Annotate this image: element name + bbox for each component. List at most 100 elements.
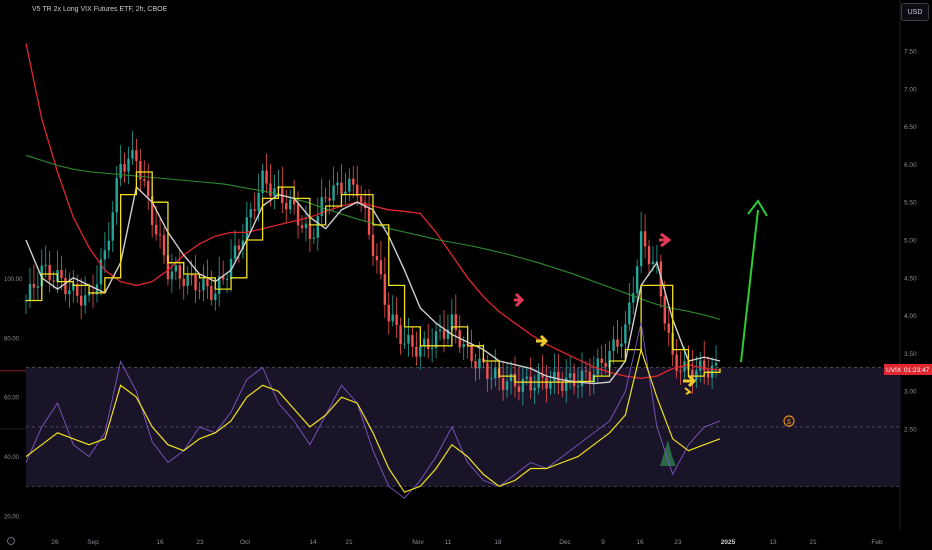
x-tick-label: 14 — [309, 539, 317, 546]
candle-body — [407, 334, 410, 344]
candle-body — [304, 223, 308, 229]
y-tick-label: 3.50 — [904, 351, 917, 358]
candle-body — [710, 365, 714, 378]
candle-body — [64, 277, 67, 295]
candle-body — [336, 182, 339, 186]
x-tick-label: Dec — [559, 539, 571, 546]
x-tick-label: 13 — [769, 539, 777, 546]
chart-title: V5 TR 2x Long VIX Futures ETF, 2h, CBOE — [32, 6, 168, 13]
candle-body — [604, 362, 607, 368]
candle-body — [265, 170, 268, 184]
candle-body — [111, 212, 114, 241]
y-tick-label: 5.00 — [904, 238, 917, 245]
y-tick-label: 7.00 — [904, 86, 917, 93]
candle-body — [324, 197, 327, 199]
candle-body — [198, 290, 201, 292]
x-tick-label: 18 — [494, 539, 502, 546]
candle-body — [162, 235, 166, 256]
candle-body — [399, 325, 402, 345]
x-tick-label: Oct — [240, 539, 250, 546]
candle-body — [430, 347, 434, 350]
candle-body — [561, 383, 564, 391]
candle-body — [158, 234, 162, 236]
candle-body — [300, 225, 304, 229]
currency-button[interactable]: USD — [901, 3, 929, 21]
svg-text:$: $ — [787, 419, 791, 426]
candle-body — [647, 246, 651, 265]
candle-body — [383, 274, 387, 305]
y-tick-label: 3.00 — [904, 389, 917, 396]
candle-body — [261, 170, 264, 193]
candle-body — [288, 199, 292, 210]
last-price-tag: UVIX 01:23:47 — [884, 364, 932, 375]
candle-body — [391, 314, 394, 322]
candle-body — [233, 245, 237, 259]
candle-body — [442, 329, 446, 339]
candle-body — [147, 180, 150, 197]
candle-body — [395, 314, 398, 326]
rsi-tick-label: 40.00 — [4, 455, 20, 461]
candle-body — [296, 204, 300, 226]
candle-body — [628, 302, 631, 325]
candle-body — [312, 237, 316, 239]
candle-body — [632, 293, 635, 303]
candle-body — [553, 371, 556, 382]
chart-canvas[interactable]: $ UVIX 01:23:47 26 Sep 16 23 Oct 14 21 Nov 11 18 D… — [0, 0, 932, 550]
candle-body — [521, 378, 525, 392]
candle-body — [103, 250, 107, 260]
candle-body — [624, 324, 627, 344]
candle-body — [127, 158, 130, 172]
y-tick-label: 4.50 — [904, 275, 917, 282]
candle-body — [332, 185, 335, 201]
candle-body — [639, 231, 643, 267]
rsi-panel — [26, 367, 900, 487]
candle-body — [44, 264, 47, 266]
candle-body — [214, 293, 217, 300]
candle-body — [612, 339, 615, 351]
candle-body — [415, 346, 418, 357]
candle-body — [28, 283, 32, 301]
candle-body — [178, 265, 181, 279]
candle-body — [352, 178, 355, 185]
candle-body — [616, 339, 619, 347]
rsi-band — [26, 367, 900, 487]
candle-body — [182, 278, 185, 286]
candle-body — [60, 270, 63, 278]
candle-body — [525, 376, 528, 379]
candle-body — [454, 314, 458, 331]
candle-body — [643, 231, 647, 247]
candle-body — [237, 245, 241, 250]
candle-body — [119, 164, 122, 179]
candle-body — [190, 274, 193, 276]
candle-body — [494, 368, 497, 379]
candle-body — [210, 286, 213, 300]
x-tick-label: 21 — [809, 539, 817, 546]
candle-body — [344, 191, 347, 195]
candle-body — [273, 188, 276, 197]
price-tag-symbol: UVIX — [886, 367, 902, 374]
rsi-tick-label: 80.00 — [4, 336, 20, 342]
candle-body — [486, 362, 489, 379]
x-tick-label: 26 — [51, 539, 59, 546]
y-tick-label: 5.50 — [904, 200, 917, 207]
candle-body — [375, 256, 379, 261]
candle-body — [123, 164, 126, 172]
candle-body — [509, 373, 513, 382]
candle-body — [699, 360, 702, 371]
candle-body — [387, 304, 390, 322]
candle-body — [490, 378, 493, 380]
x-tick-label: 23 — [196, 539, 204, 546]
candle-body — [249, 209, 252, 218]
candle-body — [285, 203, 288, 210]
candle-body — [135, 150, 138, 161]
candle-body — [257, 192, 260, 211]
candle-body — [308, 223, 312, 239]
candle-body — [663, 296, 666, 324]
y-tick-label: 7.50 — [904, 49, 917, 56]
candle-body — [462, 343, 465, 348]
candle-body — [131, 150, 134, 159]
candle-body — [635, 266, 639, 294]
candle-body — [679, 370, 682, 372]
y-tick-label: 6.00 — [904, 162, 917, 169]
price-tag-time: 01:23:47 — [904, 367, 930, 374]
